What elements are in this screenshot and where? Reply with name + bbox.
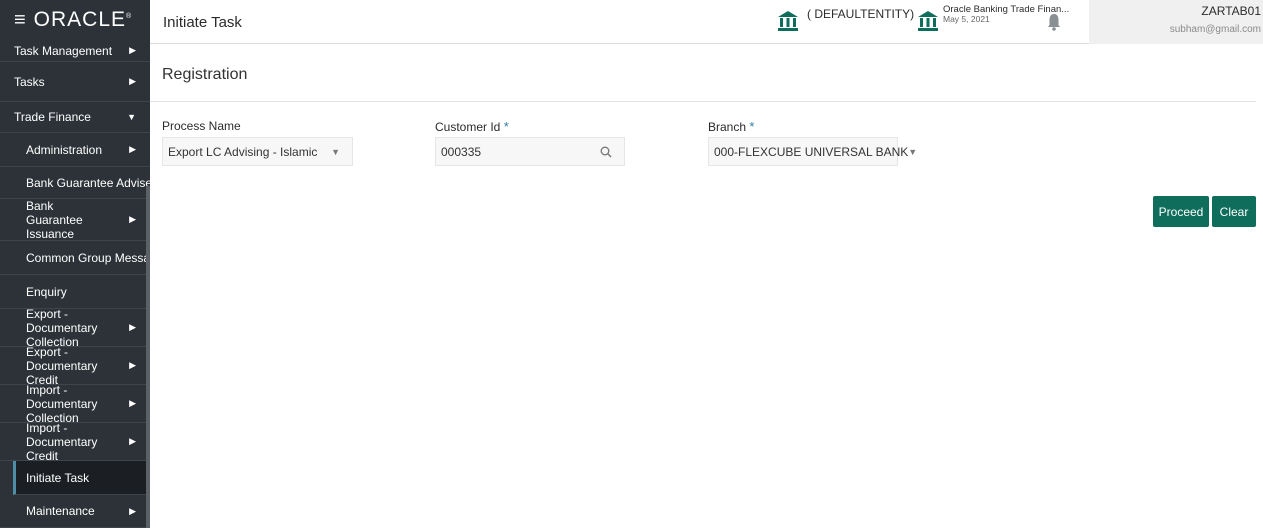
chevron-right-icon: ▶ <box>129 505 136 516</box>
user-menu[interactable]: ZARTAB01 subham@gmail.com <box>1089 0 1263 44</box>
bank-date: May 5, 2021 <box>943 14 990 24</box>
section-divider <box>150 101 1256 102</box>
sidebar: Task Management ▶ Tasks ▶ Trade Finance … <box>0 0 150 528</box>
page-title: Initiate Task <box>163 14 242 31</box>
sidebar-item-label: Import - Documentary Collection <box>26 382 98 425</box>
sidebar-item-export-documentary-collection[interactable]: Export - Documentary Collection ▶ <box>0 306 150 349</box>
user-name: ZARTAB01 <box>1201 4 1261 18</box>
chevron-down-icon: ▼ <box>331 146 340 157</box>
sidebar-item-label: Initiate Task <box>26 470 90 485</box>
sidebar-item-label: Trade Finance <box>14 110 91 124</box>
branch-value: 000-FLEXCUBE UNIVERSAL BANK <box>714 144 909 159</box>
clear-button[interactable]: Clear <box>1212 196 1256 227</box>
required-marker: * <box>749 119 755 134</box>
bell-icon[interactable] <box>1046 12 1062 32</box>
process-name-select[interactable]: Export LC Advising - Islamic ▼ <box>162 137 353 166</box>
sidebar-item-bank-guarantee-issuance[interactable]: Bank Guarantee Issuance ▶ <box>0 199 150 241</box>
branch-select[interactable]: 000-FLEXCUBE UNIVERSAL BANK ▼ <box>708 137 917 166</box>
sidebar-item-maintenance[interactable]: Maintenance ▶ <box>0 495 150 528</box>
sidebar-item-initiate-task[interactable]: Initiate Task <box>13 461 150 495</box>
sidebar-item-label: Bank Guarantee Advise <box>26 175 150 190</box>
sidebar-item-label: Export - Documentary Credit <box>26 344 98 387</box>
chevron-right-icon: ▶ <box>129 398 136 408</box>
sidebar-item-export-documentary-credit[interactable]: Export - Documentary Credit ▶ <box>0 344 150 387</box>
branch-label: Branch * <box>708 119 755 134</box>
chevron-right-icon: ▶ <box>129 214 136 224</box>
brand-bar: ≡ ORACLE® <box>0 0 150 40</box>
sidebar-item-label: Administration <box>26 142 103 157</box>
chevron-right-icon: ▶ <box>129 144 136 154</box>
top-header: Initiate Task ( DEFAULTENTITY) Oracle Ba… <box>150 0 1263 44</box>
sidebar-item-label: Bank Guarantee Issuance <box>26 198 83 241</box>
sidebar-item-trade-finance[interactable]: Trade Finance ▼ <box>0 102 150 133</box>
chevron-right-icon: ▶ <box>129 76 136 86</box>
sidebar-item-common-group-message[interactable]: Common Group Message <box>0 241 150 275</box>
customer-id-value: 000335 <box>441 144 482 159</box>
chevron-right-icon: ▶ <box>129 360 136 370</box>
search-icon[interactable] <box>600 146 612 158</box>
sidebar-item-tasks[interactable]: Tasks ▶ <box>0 62 150 102</box>
sidebar-item-import-documentary-credit[interactable]: Import - Documentary Credit ▶ <box>0 420 150 463</box>
chevron-right-icon: ▶ <box>129 45 136 55</box>
chevron-right-icon: ▶ <box>129 436 136 446</box>
bank-icon[interactable] <box>777 10 799 32</box>
sidebar-item-label: Export - Documentary Collection <box>26 306 98 349</box>
sidebar-item-import-documentary-collection[interactable]: Import - Documentary Collection ▶ <box>0 382 150 425</box>
section-title: Registration <box>162 66 248 83</box>
chevron-down-icon: ▼ <box>127 112 136 122</box>
sidebar-item-enquiry[interactable]: Enquiry <box>0 275 150 309</box>
sidebar-item-label: Task Management <box>14 43 113 58</box>
sidebar-item-label: Maintenance <box>26 504 95 518</box>
process-name-value: Export LC Advising - Islamic <box>168 144 318 159</box>
bank-icon[interactable] <box>917 10 939 32</box>
proceed-button[interactable]: Proceed <box>1153 196 1209 227</box>
sidebar-item-label: Enquiry <box>26 284 67 299</box>
oracle-logo: ORACLE® <box>33 8 133 31</box>
hamburger-icon[interactable]: ≡ <box>14 10 26 30</box>
customer-id-label: Customer Id * <box>435 119 509 134</box>
sidebar-item-label: Common Group Message <box>26 250 150 265</box>
sidebar-item-label: Tasks <box>14 74 45 89</box>
user-email: subham@gmail.com <box>1169 24 1261 35</box>
sidebar-item-bank-guarantee-advise[interactable]: Bank Guarantee Advise ▶ <box>0 167 150 199</box>
entity-label[interactable]: ( DEFAULTENTITY) <box>807 7 914 21</box>
chevron-right-icon: ▶ <box>129 322 136 332</box>
sidebar-item-administration[interactable]: Administration ▶ <box>0 133 150 167</box>
sidebar-item-task-management[interactable]: Task Management ▶ <box>0 40 150 62</box>
required-marker: * <box>503 119 509 134</box>
sidebar-scrollbar[interactable] <box>146 186 150 528</box>
process-name-label: Process Name <box>162 119 241 133</box>
chevron-down-icon: ▼ <box>908 146 918 157</box>
customer-id-field[interactable]: 000335 <box>435 137 625 166</box>
sidebar-item-label: Import - Documentary Credit <box>26 420 98 463</box>
